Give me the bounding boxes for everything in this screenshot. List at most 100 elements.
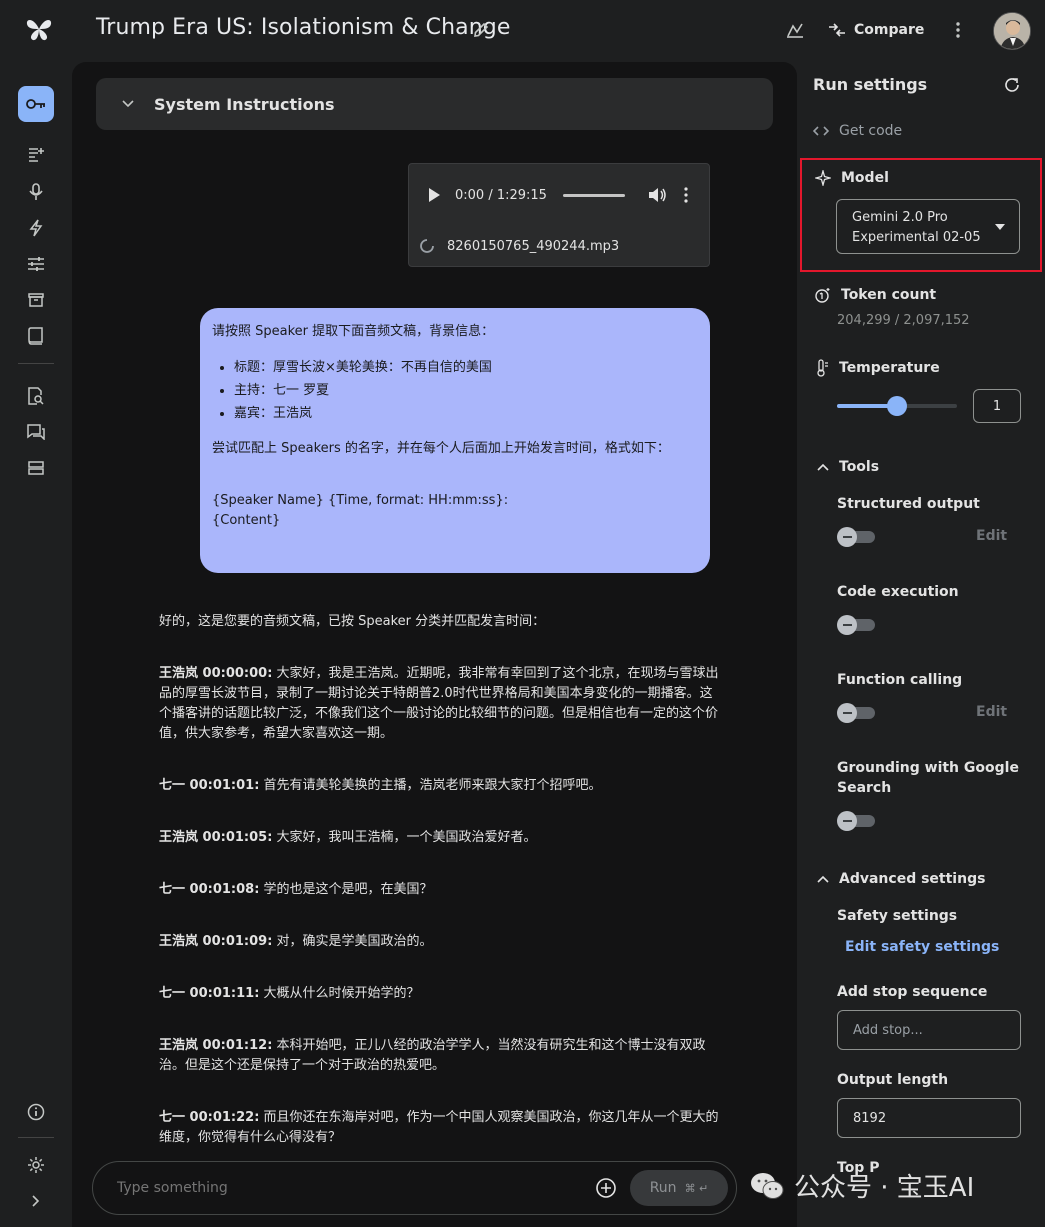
advanced-settings-header[interactable]: Advanced settings: [817, 871, 985, 887]
add-media-icon[interactable]: [595, 1177, 617, 1199]
nav-forum[interactable]: [18, 414, 54, 450]
storage-stack-icon: [28, 461, 44, 475]
list-item: 标题：厚雪长波×美轮美换：不再自信的美国: [234, 356, 698, 379]
avatar-photo-icon: [994, 13, 1030, 49]
nav-api-key[interactable]: [18, 86, 54, 122]
compare-button[interactable]: Compare: [828, 14, 924, 46]
nav-library[interactable]: [18, 282, 54, 318]
user-message-intro: 请按照 Speaker 提取下面音频文稿，背景信息：: [212, 324, 495, 339]
output-length-label: Output length: [837, 1072, 949, 1088]
nav-info[interactable]: [18, 1094, 54, 1130]
nav-tune[interactable]: [18, 246, 54, 282]
more-options-icon[interactable]: [948, 20, 968, 40]
chevron-right-icon: [32, 1195, 40, 1207]
temperature-label: Temperature: [839, 360, 940, 376]
audio-file-row: 8260150765_490244.mp3: [419, 238, 619, 254]
edit-safety-settings-link[interactable]: Edit safety settings: [845, 939, 999, 955]
stop-sequence-input[interactable]: Add stop...: [837, 1010, 1021, 1050]
chevron-up-icon: [817, 875, 829, 883]
code-execution-toggle[interactable]: [837, 615, 877, 635]
nav-create-prompt[interactable]: [18, 137, 54, 173]
system-instructions-label: System Instructions: [154, 94, 335, 114]
app-logo-icon[interactable]: [24, 16, 54, 42]
model-select[interactable]: Gemini 2.0 Pro Experimental 02-05: [836, 199, 1020, 254]
nav-search-docs[interactable]: [18, 378, 54, 414]
rail-divider: [18, 1137, 54, 1138]
nav-settings[interactable]: [18, 1147, 54, 1183]
tune-sliders-icon: [28, 257, 44, 271]
token-count-value: 204,299 / 2,097,152: [837, 313, 970, 328]
book-icon: [28, 327, 43, 345]
chat-panel: System Instructions 0:00 / 1:29:15 82601…: [72, 62, 797, 1227]
player-more-icon[interactable]: [683, 186, 689, 204]
transcript-entry: 王浩岚 00:01:05: 大家好，我叫王浩楠，一个美国政治爱好者。: [159, 828, 719, 848]
run-button[interactable]: Run ⌘ ↵: [630, 1170, 728, 1206]
wechat-logo-icon: [751, 1172, 784, 1199]
tools-header[interactable]: Tools: [817, 459, 879, 475]
nav-starter-apps[interactable]: [18, 210, 54, 246]
transcript-entry: 王浩岚 00:01:12: 本科开始吧，正儿八经的政治学学人，当然没有研究生和这…: [159, 1036, 719, 1076]
edit-pencil-icon[interactable]: [472, 21, 490, 39]
volume-icon[interactable]: [647, 186, 667, 204]
audio-attachment: 0:00 / 1:29:15 8260150765_490244.mp3: [408, 163, 710, 267]
speaker-label: 王浩岚 00:01:12:: [159, 1038, 273, 1053]
function-calling-edit-button[interactable]: Edit: [976, 704, 1007, 720]
gear-icon: [28, 1157, 44, 1173]
run-label: Run: [649, 1180, 677, 1196]
nav-docs[interactable]: [18, 318, 54, 354]
slider-thumb[interactable]: [887, 396, 907, 416]
code-brackets-icon: [813, 126, 829, 136]
top-bar: Trump Era US: Isolationism & Change Comp…: [0, 0, 1045, 62]
get-code-label: Get code: [839, 123, 903, 139]
temperature-input[interactable]: 1: [973, 389, 1021, 423]
structured-output-edit-button[interactable]: Edit: [976, 528, 1007, 544]
transcript-text: 学的也是这个是吧，在美国？: [259, 882, 433, 897]
advanced-settings-label: Advanced settings: [839, 871, 986, 887]
temperature-slider[interactable]: [837, 395, 957, 416]
nav-stream[interactable]: [18, 174, 54, 210]
left-nav-rail: [0, 62, 72, 1227]
key-icon: [26, 99, 45, 109]
get-code-button[interactable]: Get code: [813, 123, 902, 139]
user-message: 请按照 Speaker 提取下面音频文稿，背景信息： 标题：厚雪长波×美轮美换：…: [200, 308, 710, 573]
function-calling-label: Function calling: [837, 672, 963, 688]
prompt-input-bar: Run ⌘ ↵: [92, 1161, 737, 1215]
audio-progress-bar[interactable]: [562, 193, 625, 197]
model-header: Model: [815, 170, 889, 186]
token-count-label: Token count: [841, 287, 937, 303]
page-title: Trump Era US: Isolationism & Change: [96, 15, 511, 40]
safety-settings-label: Safety settings: [837, 908, 958, 924]
speaker-label: 七一 00:01:08:: [159, 882, 260, 897]
function-calling-toggle[interactable]: [837, 703, 877, 723]
chevron-up-icon: [817, 463, 829, 471]
grounding-toggle[interactable]: [837, 811, 877, 831]
model-label: Model: [841, 170, 889, 186]
nav-storage[interactable]: [18, 450, 54, 486]
audio-time: 0:00 / 1:29:15: [455, 187, 547, 203]
reply-intro: 好的，这是您要的音频文稿，已按 Speaker 分类并匹配发言时间：: [159, 614, 546, 629]
analytics-icon[interactable]: [785, 20, 805, 40]
forum-chat-icon: [27, 424, 45, 440]
transcript-entry: 王浩岚 00:00:00: 大家好，我是王浩岚。近期呢，我非常有幸回到了这个北京…: [159, 664, 719, 744]
play-icon[interactable]: [427, 187, 441, 203]
transcript-text: 大概从什么时候开始学的？: [259, 986, 420, 1001]
speaker-label: 王浩岚 00:01:09:: [159, 934, 273, 949]
system-instructions-toggle[interactable]: System Instructions: [96, 78, 773, 130]
transcript-entry: 七一 00:01:08: 学的也是这个是吧，在美国？: [159, 880, 719, 900]
doc-search-icon: [28, 387, 44, 405]
format-line-2: {Content}: [212, 513, 281, 528]
watermark-text: 公众号 · 宝玉AI: [794, 1173, 975, 1203]
model-sparkle-icon: [815, 170, 831, 186]
speaker-label: 王浩岚 00:00:00:: [159, 666, 273, 681]
prompt-input[interactable]: [117, 1180, 577, 1196]
speaker-label: 王浩岚 00:01:05:: [159, 830, 273, 845]
reset-refresh-icon[interactable]: [1003, 76, 1021, 94]
structured-output-label: Structured output: [837, 496, 980, 512]
structured-output-toggle[interactable]: [837, 527, 877, 547]
microphone-icon: [29, 183, 43, 200]
tools-label: Tools: [839, 459, 880, 475]
nav-expand[interactable]: [18, 1183, 54, 1219]
user-avatar[interactable]: [993, 12, 1031, 50]
grounding-label-line2: Search: [837, 780, 892, 796]
output-length-input[interactable]: 8192: [837, 1098, 1021, 1138]
